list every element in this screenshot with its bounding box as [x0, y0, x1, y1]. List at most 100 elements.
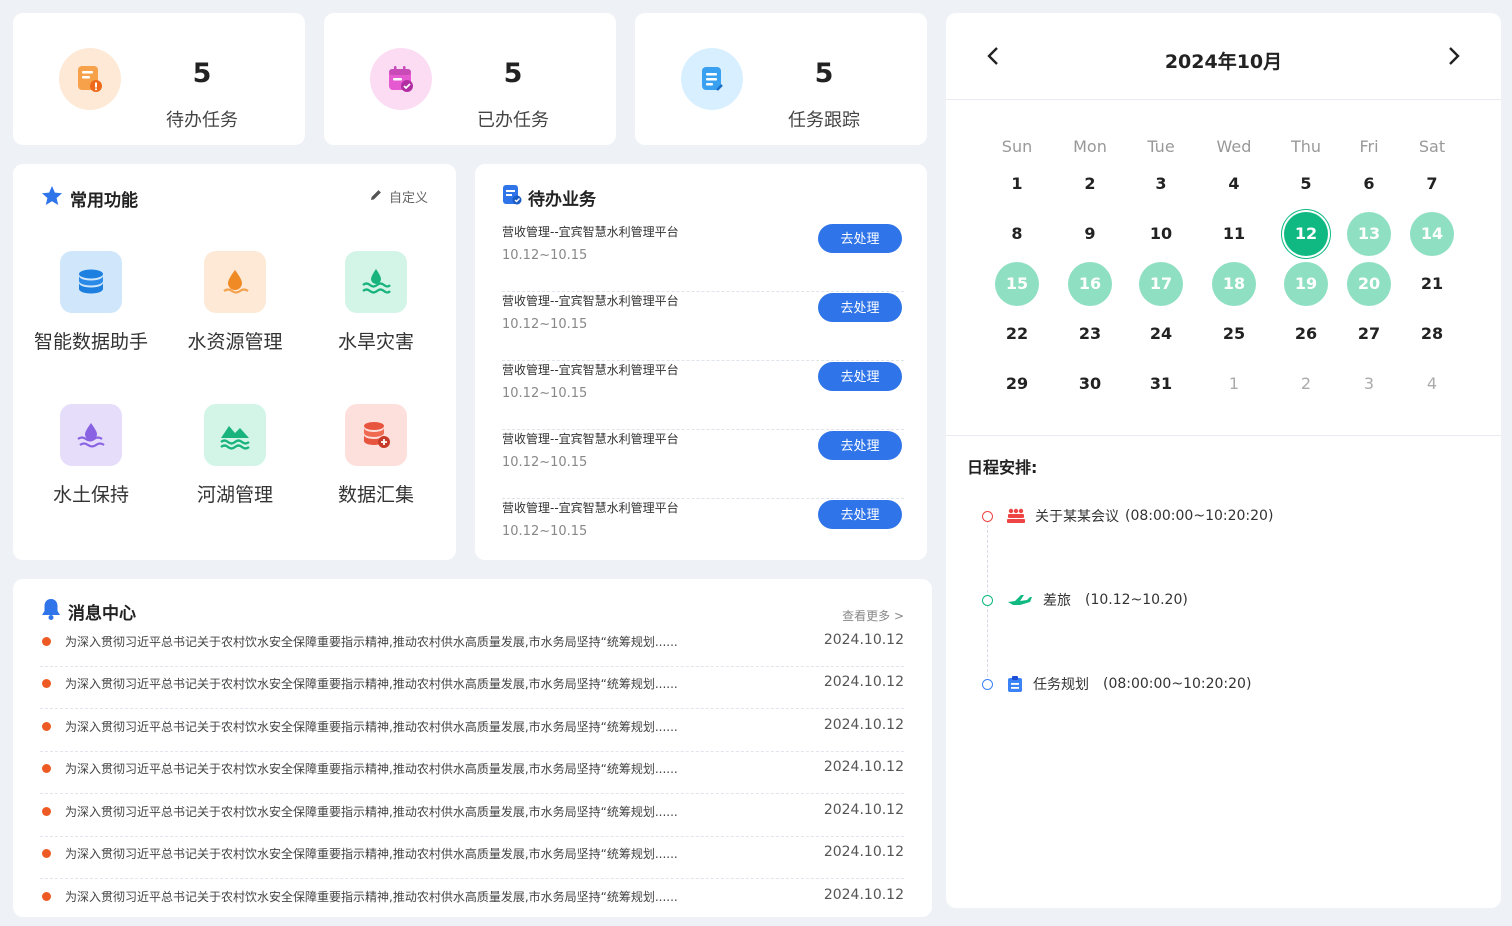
message-item[interactable]: 为深入贯彻习近平总书记关于农村饮水安全保障重要指示精神,推动农村供水高质量发展,… [40, 625, 904, 667]
calendar-day[interactable]: 14 [1410, 212, 1454, 256]
message-item[interactable]: 为深入贯彻习近平总书记关于农村饮水安全保障重要指示精神,推动农村供水高质量发展,… [40, 667, 904, 709]
function-soil-conservation[interactable]: 水土保持 [21, 404, 161, 507]
timeline-node [982, 678, 993, 690]
pending-item-date: 10.12~10.15 [502, 386, 588, 401]
process-button[interactable]: 去处理 [818, 293, 902, 322]
water-drop-icon [204, 251, 266, 313]
function-water-resources[interactable]: 水资源管理 [165, 251, 305, 354]
calendar-day[interactable]: 8 [995, 212, 1039, 256]
pending-item: 营收管理--宜宾智慧水利管理平台 10.12~10.15 去处理 [502, 361, 904, 430]
timeline-node [982, 510, 993, 522]
task-tracking-icon [681, 48, 743, 110]
pending-item-title: 营收管理--宜宾智慧水利管理平台 [502, 432, 679, 446]
pending-item-date: 10.12~10.15 [502, 248, 588, 263]
calendar-day[interactable]: 29 [995, 362, 1039, 406]
function-data-collection[interactable]: 数据汇集 [306, 404, 446, 507]
calendar-day[interactable]: 3 [1139, 162, 1183, 206]
message-date: 2024.10.12 [823, 759, 904, 775]
calendar-day[interactable]: 7 [1410, 162, 1454, 206]
calendar-day[interactable]: 20 [1347, 262, 1391, 306]
calendar-day[interactable]: 26 [1284, 312, 1328, 356]
calendar-day[interactable]: 9 [1068, 212, 1112, 256]
stat-card-done[interactable]: 5 已办任务 [324, 13, 616, 145]
message-item[interactable]: 为深入贯彻习近平总书记关于农村饮水安全保障重要指示精神,推动农村供水高质量发展,… [40, 837, 904, 879]
calendar-day[interactable]: 16 [1068, 262, 1112, 306]
calendar-day[interactable]: 6 [1347, 162, 1391, 206]
message-item[interactable]: 为深入贯彻习近平总书记关于农村饮水安全保障重要指示精神,推动农村供水高质量发展,… [40, 795, 904, 837]
calendar-day[interactable]: 13 [1347, 212, 1391, 256]
next-month-button[interactable] [1447, 46, 1461, 70]
pending-item: 营收管理--宜宾智慧水利管理平台 10.12~10.15 去处理 [502, 430, 904, 499]
weekday-label: Sat [1418, 137, 1446, 156]
message-item[interactable]: 为深入贯彻习近平总书记关于农村饮水安全保障重要指示精神,推动农村供水高质量发展,… [40, 880, 904, 922]
calendar-day[interactable]: 15 [995, 262, 1039, 306]
done-task-count: 5 [503, 58, 523, 89]
view-more-link[interactable]: 查看更多 > [842, 607, 904, 624]
schedule-time: (08:00:00~10:20:20) [1125, 508, 1274, 524]
message-center-panel: 消息中心 查看更多 > 为深入贯彻习近平总书记关于农村饮水安全保障重要指示精神,… [13, 579, 932, 917]
calendar-day-today[interactable]: 12 [1284, 212, 1328, 256]
schedule-title: 日程安排: [967, 458, 1038, 477]
calendar-day[interactable]: 17 [1139, 262, 1183, 306]
calendar-day[interactable]: 28 [1410, 312, 1454, 356]
calendar-day[interactable]: 22 [995, 312, 1039, 356]
function-label: 水资源管理 [187, 331, 283, 353]
function-river-lake[interactable]: 河湖管理 [165, 404, 305, 507]
todo-task-label: 待办任务 [166, 110, 238, 131]
message-item[interactable]: 为深入贯彻习近平总书记关于农村饮水安全保障重要指示精神,推动农村供水高质量发展,… [40, 752, 904, 794]
schedule-item[interactable]: 任务规划 (08:00:00~10:20:20) [982, 674, 1251, 694]
weekday-label: Mon [1073, 137, 1107, 156]
stat-card-tracking[interactable]: 5 任务跟踪 [635, 13, 927, 145]
data-collect-icon [345, 404, 407, 466]
unread-dot [42, 807, 51, 816]
calendar-day[interactable]: 4 [1212, 162, 1256, 206]
message-date: 2024.10.12 [823, 887, 904, 903]
pending-business-header: 待办业务 [502, 184, 596, 210]
calendar-day-next-month[interactable]: 2 [1284, 362, 1328, 406]
calendar-day[interactable]: 30 [1068, 362, 1112, 406]
calendar-day-next-month[interactable]: 1 [1212, 362, 1256, 406]
river-icon [204, 404, 266, 466]
process-button[interactable]: 去处理 [818, 224, 902, 253]
unread-dot [42, 849, 51, 858]
pending-business-title: 待办业务 [528, 189, 596, 210]
calendar-day-next-month[interactable]: 4 [1410, 362, 1454, 406]
calendar-day[interactable]: 25 [1212, 312, 1256, 356]
calendar-day[interactable]: 5 [1284, 162, 1328, 206]
function-smart-data-assistant[interactable]: 智能数据助手 [21, 251, 161, 354]
customize-button[interactable]: 自定义 [369, 187, 428, 206]
stat-card-todo[interactable]: 5 待办任务 [13, 13, 305, 145]
calendar-day[interactable]: 31 [1139, 362, 1183, 406]
function-flood-drought[interactable]: 水旱灾害 [306, 251, 446, 354]
calendar-day[interactable]: 11 [1212, 212, 1256, 256]
weekday-label: Tue [1147, 137, 1175, 156]
calendar-day[interactable]: 10 [1139, 212, 1183, 256]
weekday-label: Fri [1359, 137, 1379, 156]
calendar-day[interactable]: 19 [1284, 262, 1328, 306]
calendar-day[interactable]: 18 [1212, 262, 1256, 306]
calendar-day[interactable]: 27 [1347, 312, 1391, 356]
customize-label: 自定义 [388, 191, 428, 206]
process-button[interactable]: 去处理 [818, 431, 902, 460]
calendar-day[interactable]: 23 [1068, 312, 1112, 356]
calendar-day-next-month[interactable]: 3 [1347, 362, 1391, 406]
calendar-day[interactable]: 24 [1139, 312, 1183, 356]
calendar-header: 2024年10月 [946, 13, 1501, 100]
done-task-icon [370, 48, 432, 110]
process-button[interactable]: 去处理 [818, 362, 902, 391]
schedule-item[interactable]: 差旅 (10.12~10.20) [982, 590, 1188, 610]
message-item[interactable]: 为深入贯彻习近平总书记关于农村饮水安全保障重要指示精神,推动农村供水高质量发展,… [40, 710, 904, 752]
clipboard-icon [1007, 675, 1023, 693]
calendar-month-title: 2024年10月 [1164, 51, 1283, 73]
todo-task-count: 5 [192, 58, 212, 89]
calendar-day[interactable]: 1 [995, 162, 1039, 206]
process-button[interactable]: 去处理 [818, 500, 902, 529]
unread-dot [42, 722, 51, 731]
meeting-icon [1007, 508, 1025, 524]
calendar-day[interactable]: 21 [1410, 262, 1454, 306]
document-icon [502, 184, 522, 210]
schedule-item[interactable]: 关于某某会议 (08:00:00~10:20:20) [982, 506, 1273, 526]
calendar-day[interactable]: 2 [1068, 162, 1112, 206]
function-label: 智能数据助手 [33, 331, 148, 353]
pending-item-title: 营收管理--宜宾智慧水利管理平台 [502, 501, 679, 515]
